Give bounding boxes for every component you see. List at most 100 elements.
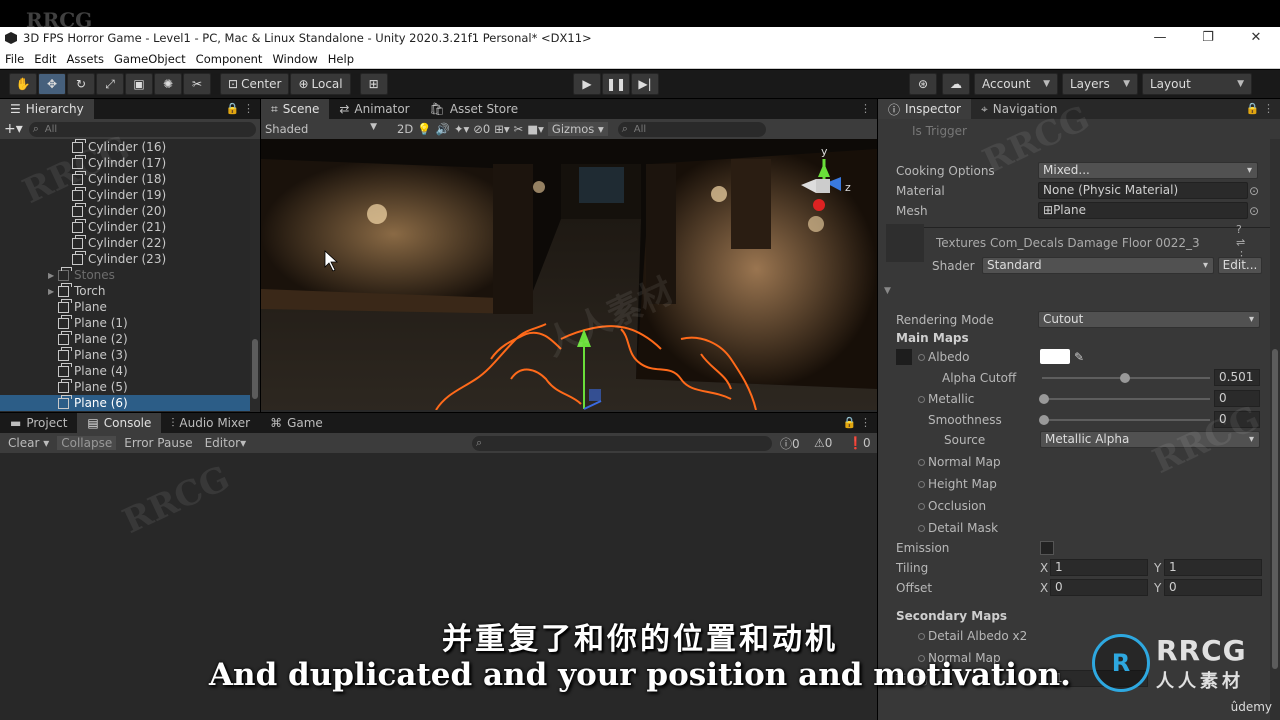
object-picker-icon[interactable]: ⊙ [1249,204,1259,218]
custom-tool-icon[interactable]: ✂ [183,73,211,95]
alpha-cutoff-field[interactable]: 0.501 [1214,369,1260,386]
warning-count[interactable]: ⚠0 [814,436,832,450]
close-button[interactable]: ✕ [1232,27,1280,49]
account-dropdown[interactable]: Account ▼ [974,73,1058,95]
shader-dropdown[interactable]: Standard [982,257,1214,274]
metallic-slider[interactable] [1042,398,1210,400]
foldout-arrow-icon[interactable]: ▶ [48,287,58,296]
tab-asset-store[interactable]: 🛍 Asset Store [420,99,529,119]
panel-menu-icon[interactable]: ⋮ [860,102,871,115]
tab-hierarchy[interactable]: ☰ Hierarchy [0,99,94,119]
slider-knob[interactable] [1039,394,1049,404]
grid-snap-icon[interactable]: ⊞ [359,73,388,95]
tab-navigation[interactable]: ⌖ Navigation [971,99,1068,119]
tab-animator[interactable]: ⇄ Animator [329,99,419,119]
offset-y-field[interactable]: 0 [1164,579,1262,596]
menu-assets[interactable]: Assets [62,52,109,66]
tab-audio-mixer[interactable]: ⫶ Audio Mixer [161,413,260,433]
hierarchy-item[interactable]: Plane (3) [0,346,260,363]
pivot-center-button[interactable]: ⊡ Center [220,73,290,95]
tab-console[interactable]: ▤ Console [77,413,162,433]
restore-button[interactable]: ❐ [1184,27,1232,49]
minimize-button[interactable]: — [1136,27,1184,49]
eyedropper-icon[interactable]: ✎ [1074,350,1084,364]
hierarchy-item[interactable]: ▶ Torch [0,282,260,299]
error-pause-toggle[interactable]: Error Pause [120,436,196,450]
emission-checkbox[interactable] [1040,540,1054,555]
panel-menu-icon[interactable]: 🔒 ⋮ [843,416,871,429]
hierarchy-item[interactable]: Cylinder (18) [0,170,260,187]
object-picker-icon[interactable]: ⊙ [1249,184,1259,198]
pivot-local-button[interactable]: ⊕ Local [290,73,351,95]
material-field[interactable]: None (Physic Material) [1038,182,1248,199]
hierarchy-item[interactable]: Plane (4) [0,362,260,379]
move-tool-icon[interactable]: ✥ [38,73,66,95]
edit-shader-button[interactable]: Edit... [1218,257,1262,274]
offset-x-field[interactable]: 0 [1050,579,1148,596]
foldout-arrow-icon[interactable]: ▶ [48,271,58,280]
pause-button[interactable]: ❚❚ [602,73,630,95]
step-button[interactable]: ▶| [631,73,659,95]
transform-tool-icon[interactable]: ✺ [154,73,182,95]
slider-knob[interactable] [1039,415,1049,425]
info-count[interactable]: ⓘ0 [780,435,800,452]
menu-gameobject[interactable]: GameObject [109,52,191,66]
hierarchy-item[interactable]: Cylinder (20) [0,202,260,219]
tab-game[interactable]: ⌘ Game [260,413,333,433]
rotate-tool-icon[interactable]: ↻ [67,73,95,95]
add-object-button[interactable]: +▾ [4,121,23,137]
audio-icon[interactable]: 🔊 [436,122,450,136]
hierarchy-item[interactable]: Cylinder (19) [0,186,260,203]
clear-button[interactable]: Clear ▾ [4,436,53,450]
smoothness-slider[interactable] [1042,419,1210,421]
collab-icon[interactable]: ⊛ [909,73,937,95]
panel-menu-icon[interactable]: 🔒 ⋮ [226,102,254,115]
menu-file[interactable]: File [0,52,29,66]
scene-search-input[interactable]: All [617,121,766,137]
metallic-field[interactable]: 0 [1214,390,1260,407]
editor-dropdown[interactable]: Editor▾ [201,436,251,450]
error-count[interactable]: ❗0 [848,436,871,450]
panel-menu-icon[interactable]: 🔒 ⋮ [1246,102,1274,115]
mesh-field[interactable]: ⊞Plane [1038,202,1248,219]
hierarchy-item[interactable]: ▶ Stones [0,266,260,283]
menu-edit[interactable]: Edit [29,52,61,66]
tab-inspector[interactable]: ⓘ Inspector [878,99,971,119]
tab-project[interactable]: ▬ Project [0,413,77,433]
hierarchy-item[interactable]: Plane [0,298,260,315]
gizmos-dropdown[interactable]: Gizmos ▾ [547,122,608,136]
rect-tool-icon[interactable]: ▣ [125,73,153,95]
layers-dropdown[interactable]: Layers ▼ [1062,73,1138,95]
source-dropdown[interactable]: Metallic Alpha [1040,431,1260,448]
effects-icon[interactable]: ✦▾ [454,122,469,136]
tiling-x-field[interactable]: 1 [1050,559,1148,576]
hierarchy-search-input[interactable]: All [28,121,256,137]
tab-scene[interactable]: ⌗ Scene [261,99,330,119]
menu-component[interactable]: Component [191,52,268,66]
hierarchy-item[interactable]: Plane (6) [0,394,260,411]
lighting-icon[interactable]: 💡 [417,122,431,136]
slider-knob[interactable] [1120,373,1130,383]
smoothness-field[interactable]: 0 [1214,411,1260,428]
foldout-arrow-icon[interactable]: ▼ [884,286,891,296]
tools-icon[interactable]: ✂ [514,122,524,136]
hierarchy-item[interactable]: Plane (5) [0,378,260,395]
console-search-input[interactable] [472,435,772,451]
menu-window[interactable]: Window [267,52,322,66]
hierarchy-item[interactable]: Cylinder (22) [0,234,260,251]
shading-mode-dropdown[interactable]: Shaded ▼ [265,122,381,136]
play-button[interactable]: ▶ [573,73,601,95]
albedo-texture-slot[interactable] [896,348,912,365]
2d-toggle[interactable]: 2D [397,122,413,136]
tiling-y-field[interactable]: 1 [1164,559,1262,576]
camera-icon[interactable]: ■▾ [527,122,544,136]
hierarchy-item[interactable]: Cylinder (21) [0,218,260,235]
rendering-mode-dropdown[interactable]: Cutout [1038,311,1260,328]
cloud-icon[interactable]: ☁ [942,73,970,95]
menu-help[interactable]: Help [323,52,359,66]
hierarchy-item[interactable]: Cylinder (23) [0,250,260,267]
hierarchy-item[interactable]: Plane (2) [0,330,260,347]
hierarchy-item[interactable]: Cylinder (17) [0,154,260,171]
hierarchy-scrollbar[interactable] [250,139,260,412]
cooking-options-dropdown[interactable]: Mixed... [1038,162,1258,179]
